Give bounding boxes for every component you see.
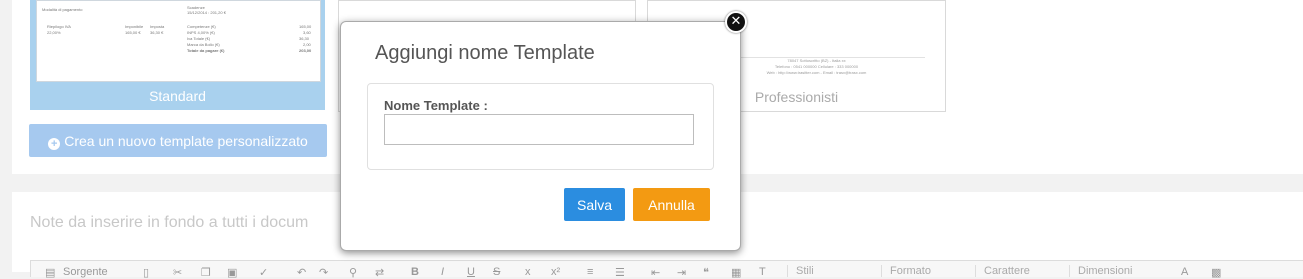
bg-color-icon[interactable]: ▩ (1211, 266, 1221, 279)
preview-total-label: Iva Totale (€) (187, 36, 211, 41)
outdent-icon[interactable]: ⇤ (651, 266, 660, 279)
subscript-icon[interactable]: x (525, 266, 531, 278)
close-icon[interactable]: ✕ (725, 11, 747, 33)
new-page-icon[interactable]: ▯ (143, 266, 149, 279)
redo-icon[interactable]: ↷ (319, 266, 328, 279)
save-button[interactable]: Salva (564, 188, 625, 221)
preview-taxable-label: Imponibile (125, 24, 144, 29)
preview-tax-label: Imposta (150, 24, 165, 29)
template-name-standard: Standard (149, 88, 206, 104)
format-select[interactable]: Formato (881, 265, 966, 277)
template-card-standard[interactable]: Modalità di pagamento Scadenze 15/12/201… (30, 0, 325, 110)
italic-icon[interactable]: I (441, 266, 444, 278)
bulleted-list-icon[interactable]: ☰ (615, 266, 625, 279)
preview-total-value: 3,60 (303, 30, 311, 35)
text-color-icon[interactable]: A (1181, 266, 1188, 278)
preview-total-value: 203,00 (299, 48, 312, 53)
find-icon[interactable]: ⚲ (349, 266, 357, 279)
undo-icon[interactable]: ↶ (297, 266, 306, 279)
cut-icon[interactable]: ✂ (173, 266, 182, 279)
superscript-icon[interactable]: x² (551, 266, 560, 278)
preview-total-label: Competenze (€) (187, 24, 216, 29)
source-icon[interactable]: ▤ (45, 266, 55, 279)
preview-total-value: 2,00 (303, 42, 311, 47)
replace-icon[interactable]: ⇄ (375, 266, 384, 279)
numbered-list-icon[interactable]: ≡ (587, 266, 593, 278)
cancel-button[interactable]: Annulla (633, 188, 710, 221)
add-template-modal: Aggiungi nome Template Nome Template : S… (340, 21, 741, 251)
editor-toolbar: ▤ Sorgente ▯ ✂ ❐ ▣ ✓ ↶ ↷ ⚲ ⇄ B I U S x x… (30, 260, 1303, 279)
preview-total-label: Marca da Bollo (€) (187, 42, 220, 47)
template-name-label: Nome Template : (384, 98, 488, 113)
preview-due-value: 15/12/2014 : 201,20 € (187, 10, 226, 15)
font-select[interactable]: Carattere (975, 265, 1060, 277)
styles-select[interactable]: Stili (787, 265, 872, 277)
modal-fieldset: Nome Template : (367, 83, 714, 170)
indent-icon[interactable]: ⇥ (677, 266, 686, 279)
bold-icon[interactable]: B (411, 266, 419, 278)
clear-format-icon[interactable]: T (759, 266, 766, 278)
preview-total-label: INPS 4,00% (€) (187, 30, 215, 35)
plus-circle-icon: + (48, 138, 61, 150)
table-icon[interactable]: ▦ (731, 266, 741, 279)
preview-vat-label: Riepilogo IVA (47, 24, 71, 29)
size-select[interactable]: Dimensioni (1069, 265, 1154, 277)
spellcheck-icon[interactable]: ✓ (259, 266, 268, 279)
paste-icon[interactable]: ▣ (227, 266, 237, 279)
preview-total-value: 165,00 (299, 24, 312, 29)
preview-total-value: 36,30 (299, 36, 310, 41)
source-button-label[interactable]: Sorgente (63, 266, 108, 278)
preview-payment-label: Modalità di pagamento (42, 7, 83, 12)
template-name-input[interactable] (384, 114, 694, 145)
template-preview: Modalità di pagamento Scadenze 15/12/201… (36, 0, 321, 82)
new-template-label: Crea un nuovo template personalizzato (64, 133, 308, 149)
strike-icon[interactable]: S (493, 266, 500, 278)
preview-tax-value: 36,30 € (150, 30, 164, 35)
preview-total-label: Totale da pagare (€) (187, 48, 225, 53)
copy-icon[interactable]: ❐ (201, 266, 211, 279)
modal-title: Aggiungi nome Template (375, 42, 595, 64)
new-template-button[interactable]: + Crea un nuovo template personalizzato (29, 124, 327, 157)
preview-taxable-value: 165,00 € (125, 30, 141, 35)
underline-icon[interactable]: U (467, 266, 475, 278)
preview-vat-rate: 22,00% (47, 30, 61, 35)
notes-label: Note da inserire in fondo a tutti i docu… (30, 214, 309, 231)
blockquote-icon[interactable]: ❝ (703, 266, 709, 279)
